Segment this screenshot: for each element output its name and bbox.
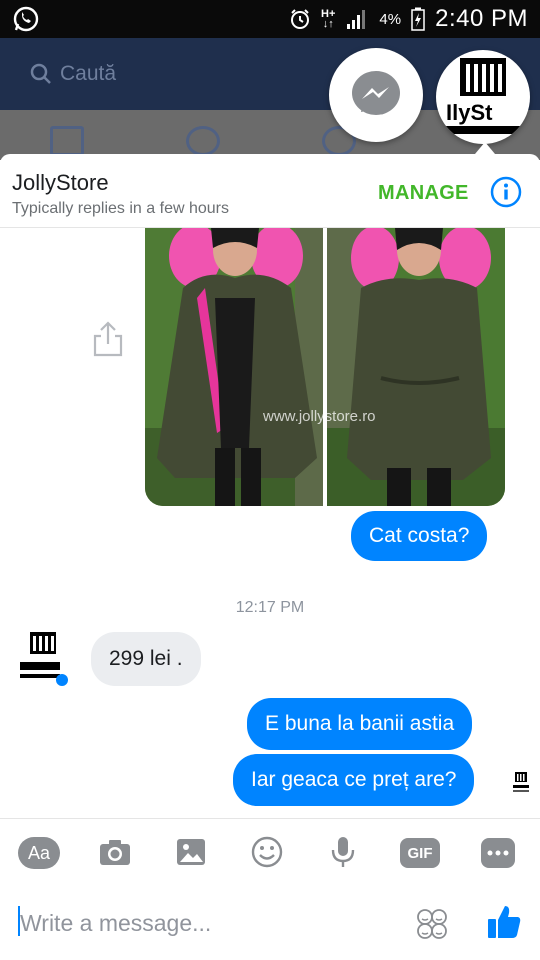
info-icon[interactable] [490,176,522,208]
message-timestamp: 12:17 PM [235,599,305,616]
camera-button[interactable] [96,834,134,870]
message-composer [0,886,540,960]
battery-icon [411,7,425,31]
camera-icon [100,840,130,865]
text-style-button[interactable]: Aa [18,837,60,869]
store-chathead[interactable]: IlySt [436,50,530,144]
whatsapp-icon [13,6,39,32]
message-sent[interactable]: Cat costa? [351,511,488,561]
emoji-button[interactable] [248,834,286,870]
composer-toolbar: Aa GIF [0,818,540,886]
search-placeholder: Caută [60,62,117,85]
photo-left [145,228,323,506]
like-icon[interactable] [486,904,522,940]
signal-icon [347,10,366,29]
share-icon[interactable] [92,320,124,358]
search-bar[interactable]: Caută [30,62,116,86]
more-icon [487,850,509,856]
product-photo[interactable]: www.jollystore.ro [145,228,505,506]
battery-percent: 4% [379,10,402,28]
message-sent[interactable]: E buna la banii astia [247,698,473,750]
message-sent[interactable]: Iar geaca ce preț are? [233,754,475,806]
photo-right [327,228,505,506]
voice-button[interactable] [324,834,362,870]
message-received[interactable]: 299 lei . [91,632,201,686]
store-name[interactable]: JollyStore [12,170,109,196]
manage-button[interactable]: MANAGE [378,182,469,205]
gallery-button[interactable] [172,834,210,870]
microphone-icon [331,837,355,867]
message-input[interactable] [20,908,380,938]
status-bar: H+ ↓↑ 4% 2:40 PM [0,0,540,38]
search-icon [30,63,51,84]
messenger-icon [352,71,400,115]
tab-friends[interactable] [186,126,220,156]
gif-button[interactable]: GIF [400,838,440,868]
chathead-pointer [475,142,495,154]
image-icon [177,839,205,865]
messenger-chathead[interactable] [329,48,423,142]
clock: 2:40 PM [435,5,528,32]
store-logo: IlySt [446,58,524,134]
alarm-icon [291,9,310,29]
chat-header: JollyStore Typically replies in a few ho… [0,154,540,228]
seen-indicator-avatar [513,772,529,792]
emoji-icon [251,836,283,868]
store-avatar[interactable] [18,632,68,688]
svg-text:IlySt: IlySt [446,100,493,125]
network-type: H+ ↓↑ [321,8,336,30]
sticker-icon[interactable] [416,908,448,940]
photo-watermark: www.jollystore.ro [263,408,376,425]
more-button[interactable] [481,838,515,868]
reply-status: Typically replies in a few hours [12,200,229,217]
tab-news-feed[interactable] [50,126,84,156]
chat-window: JollyStore Typically replies in a few ho… [0,154,540,960]
